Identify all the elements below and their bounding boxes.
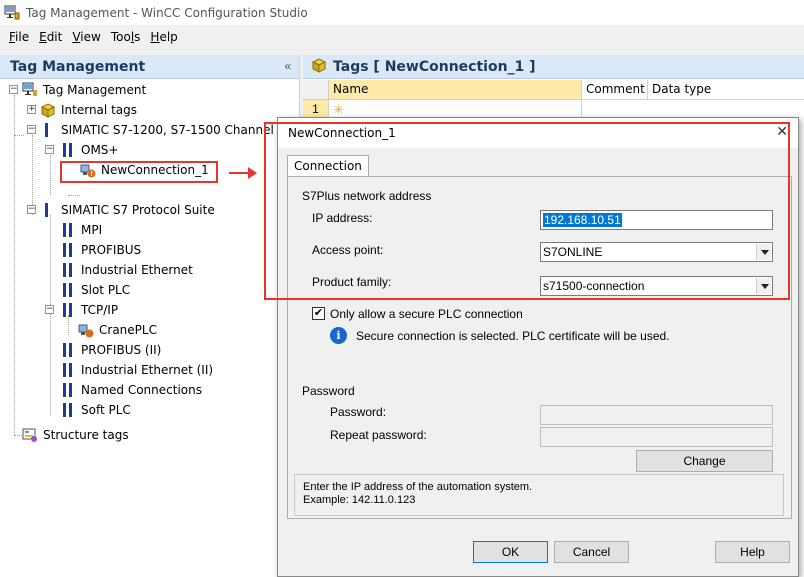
tree-item-internal-tags[interactable]: Internal tags [40, 100, 137, 120]
tree-item-named-connections[interactable]: Named Connections [60, 380, 202, 400]
tree-item-slot-plc[interactable]: Slot PLC [60, 280, 130, 300]
ok-button[interactable]: OK [473, 541, 548, 563]
channel-icon [40, 202, 56, 218]
cancel-button[interactable]: Cancel [554, 541, 629, 563]
tree-collapse-toggle[interactable]: − [45, 305, 54, 314]
tree-item-profibus[interactable]: PROFIBUS [60, 240, 141, 260]
navigation-panel-title: Tag Management [10, 58, 146, 75]
annotation-arrow-icon [229, 167, 257, 179]
navigation-panel: Tag Management « − Tag Management + Inte… [0, 55, 300, 577]
unit-icon [60, 302, 76, 318]
window-title: Tag Management - WinCC Configuration Stu… [26, 5, 308, 20]
tree-item-industrial-ethernet[interactable]: Industrial Ethernet [60, 260, 193, 280]
tree-item-s7-protocol-suite[interactable]: SIMATIC S7 Protocol Suite [40, 200, 215, 220]
info-icon: i [330, 327, 347, 344]
collapse-panel-icon[interactable]: « [284, 59, 291, 73]
tree-collapse-toggle[interactable]: − [27, 125, 36, 134]
tag-management-app-icon [4, 5, 20, 21]
menu-edit[interactable]: Edit [34, 30, 67, 44]
menu-file[interactable]: File [4, 30, 34, 44]
tree-item-profibus-ii[interactable]: PROFIBUS (II) [60, 340, 161, 360]
section-password: Password [302, 384, 355, 398]
highlight-new-connection [60, 161, 218, 183]
tree-item-s7-1200-channel[interactable]: SIMATIC S7-1200, S7-1500 Channel [40, 120, 274, 140]
help-button[interactable]: Help [715, 541, 790, 563]
tag-management-icon [22, 82, 38, 98]
unit-icon [60, 402, 76, 418]
menu-view[interactable]: View [67, 30, 105, 44]
repeat-password-label: Repeat password: [330, 428, 427, 442]
tree-item-industrial-ethernet-ii[interactable]: Industrial Ethernet (II) [60, 360, 213, 380]
new-tag-icon: ✳ [333, 102, 344, 117]
menu-help[interactable]: Help [145, 30, 182, 44]
dialog-button-bar: OK Cancel Help [278, 526, 798, 576]
cube-tags-icon [40, 102, 56, 118]
highlight-address-section [264, 122, 790, 300]
navigation-panel-header: Tag Management « [0, 55, 299, 79]
channel-icon [40, 122, 56, 138]
column-header-comment[interactable]: Comment [582, 80, 648, 99]
unit-icon [60, 362, 76, 378]
tree-item-structure-tags[interactable]: Structure tags [22, 425, 129, 445]
grid-corner [303, 80, 329, 99]
unit-icon [60, 282, 76, 298]
window-titlebar: Tag Management - WinCC Configuration Stu… [0, 0, 804, 25]
column-header-name[interactable]: Name [329, 80, 582, 99]
cube-tags-icon [311, 57, 327, 76]
tree-item-crane-plc[interactable]: CranePLC [78, 320, 157, 340]
connection-icon [78, 322, 94, 338]
change-password-button[interactable]: Change [636, 450, 773, 472]
tree-collapse-toggle[interactable]: − [9, 85, 18, 94]
secure-connection-info: Secure connection is selected. PLC certi… [356, 329, 670, 343]
menu-bar: File Edit View Tools Help [0, 25, 804, 49]
unit-icon [60, 222, 76, 238]
structure-tags-icon [22, 427, 38, 443]
unit-icon [60, 242, 76, 258]
tags-panel-header: Tags [ NewConnection_1 ] [303, 55, 804, 79]
secure-connection-label: Only allow a secure PLC connection [330, 307, 523, 321]
unit-icon [60, 382, 76, 398]
tree-collapse-toggle[interactable]: − [27, 205, 36, 214]
secure-connection-checkbox[interactable]: ✔ [312, 307, 325, 320]
tree-item-oms[interactable]: OMS+ [60, 140, 118, 160]
grid-header: Name Comment Data type [303, 80, 804, 100]
tags-grid: Name Comment Data type 1 ✳ [303, 80, 804, 120]
password-label: Password: [330, 405, 387, 419]
password-field[interactable] [540, 405, 773, 425]
tree-item-tcp-ip[interactable]: TCP/IP [60, 300, 118, 320]
menu-tools[interactable]: Tools [106, 30, 146, 44]
hint-line-1: Enter the IP address of the automation s… [303, 481, 533, 493]
unit-icon [60, 342, 76, 358]
tree-item-mpi[interactable]: MPI [60, 220, 102, 240]
tree-collapse-toggle[interactable]: − [45, 145, 54, 154]
column-header-data-type[interactable]: Data type [648, 80, 804, 99]
repeat-password-field[interactable] [540, 427, 773, 447]
tree-item-soft-plc[interactable]: Soft PLC [60, 400, 131, 420]
unit-icon [60, 142, 76, 158]
unit-icon [60, 262, 76, 278]
tree-item-root[interactable]: Tag Management [22, 80, 146, 100]
tree-expand-toggle[interactable]: + [27, 105, 36, 114]
hint-line-2: Example: 142.11.0.123 [303, 494, 416, 506]
tags-panel-title: Tags [ NewConnection_1 ] [333, 58, 536, 75]
hint-box: Enter the IP address of the automation s… [294, 474, 784, 516]
